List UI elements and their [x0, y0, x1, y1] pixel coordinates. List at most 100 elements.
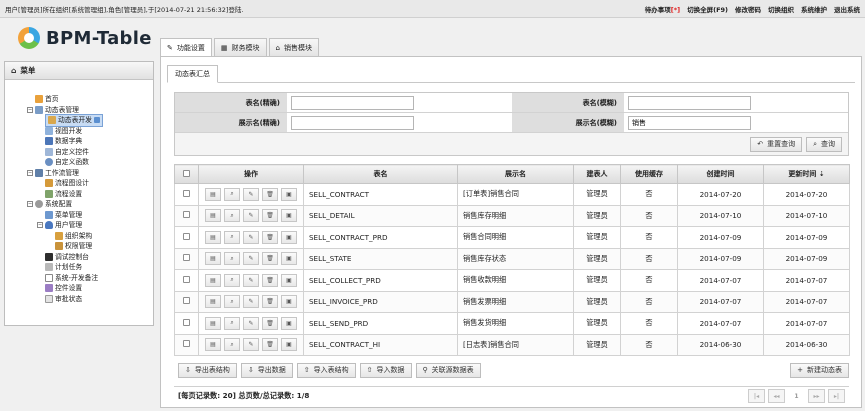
export-structure-button[interactable]: ⇩ 导出表结构	[178, 362, 237, 378]
row-checkbox[interactable]	[183, 297, 190, 305]
search-icon[interactable]: ⌕	[224, 338, 240, 352]
export-data-button[interactable]: ⇩ 导出数据	[240, 362, 293, 378]
view-icon[interactable]: ▤	[205, 338, 221, 352]
col-header-table-name[interactable]: 表名	[303, 164, 458, 184]
tab-finance[interactable]: ▦ 财务模块	[213, 38, 267, 56]
row-checkbox[interactable]	[183, 189, 190, 197]
wrench-icon[interactable]: ✎	[243, 209, 259, 223]
display-name-exact-input[interactable]	[291, 115, 414, 130]
tab-dynamic-table-summary[interactable]: 动态表汇总	[167, 65, 218, 83]
wrench-icon[interactable]: ✎	[243, 230, 259, 244]
view-icon[interactable]: ▤	[205, 273, 221, 287]
delete-icon[interactable]: 🗑	[262, 230, 278, 244]
table-row[interactable]: ▤ ⌕ ✎ 🗑 ▣ SELL_STATE 销售库存状态 管理员否 2014-07-09 2014-…	[174, 247, 850, 270]
collapse-icon[interactable]: −	[37, 222, 43, 229]
col-header-created[interactable]: 创建时间	[677, 164, 764, 184]
view-icon[interactable]: ▤	[205, 252, 221, 266]
table-row[interactable]: ▤ ⌕ ✎ 🗑 ▣ SELL_DETAIL 销售库存明细 管理员否 2014-07-10 2014…	[174, 204, 850, 227]
switch-org-link[interactable]: 切换组织	[768, 4, 794, 14]
menu-item-dev-notes[interactable]: 系统-开发备注	[27, 273, 153, 284]
collapse-icon[interactable]: −	[27, 201, 33, 208]
delete-icon[interactable]: 🗑	[262, 295, 278, 309]
wrench-icon[interactable]: ✎	[243, 187, 259, 201]
menu-item-flow-design[interactable]: 流程图设计	[27, 178, 153, 189]
wrench-icon[interactable]: ✎	[243, 273, 259, 287]
menu-item-home[interactable]: 首页	[27, 94, 153, 105]
view-icon[interactable]: ▤	[205, 187, 221, 201]
query-button[interactable]: ⌕ 查询	[806, 136, 842, 152]
first-page-icon[interactable]: |◂	[748, 389, 765, 403]
table-name-fuzzy-input[interactable]	[628, 95, 751, 110]
menu-item-menu-manage[interactable]: 菜单管理	[27, 210, 153, 221]
row-checkbox[interactable]	[183, 232, 190, 240]
last-page-icon[interactable]: ▸|	[828, 389, 845, 403]
row-checkbox[interactable]	[183, 211, 190, 219]
view-icon[interactable]: ▤	[205, 209, 221, 223]
prev-page-icon[interactable]: ◂◂	[768, 389, 785, 403]
table-row[interactable]: ▤ ⌕ ✎ 🗑 ▣ SELL_CONTRACT_HI [日志表]销售合同 管理员否 2014-0…	[174, 333, 850, 356]
menu-item-system-config[interactable]: − 系统配置	[27, 199, 153, 210]
import-structure-button[interactable]: ⇧ 导入表结构	[296, 362, 356, 378]
fullscreen-link[interactable]: 切换全屏(F9)	[687, 4, 728, 14]
lock-icon[interactable]: ▣	[281, 209, 297, 223]
menu-item-view-dev[interactable]: 视图开发	[27, 126, 153, 137]
collapse-icon[interactable]: −	[27, 169, 33, 176]
menu-item-schedule[interactable]: 计划任务	[27, 262, 153, 273]
maintenance-link[interactable]: 系统维护	[801, 4, 827, 14]
lock-icon[interactable]: ▣	[281, 338, 297, 352]
col-header-creator[interactable]: 建表人	[573, 164, 621, 184]
delete-icon[interactable]: 🗑	[262, 338, 278, 352]
lock-icon[interactable]: ▣	[281, 187, 297, 201]
view-icon[interactable]: ▤	[205, 230, 221, 244]
search-icon[interactable]: ⌕	[224, 230, 240, 244]
delete-icon[interactable]: 🗑	[262, 316, 278, 330]
table-row[interactable]: ▤ ⌕ ✎ 🗑 ▣ SELL_SEND_PRD 销售发货明细 管理员否 2014-07-07 20…	[174, 312, 850, 335]
row-checkbox[interactable]	[183, 318, 190, 326]
collapse-icon[interactable]: −	[27, 106, 33, 113]
delete-icon[interactable]: 🗑	[262, 252, 278, 266]
select-all-checkbox[interactable]	[183, 169, 190, 177]
menu-item-table-dev[interactable]: 动态表开发	[27, 114, 153, 127]
tab-sales[interactable]: ⌂ 销售模块	[268, 38, 319, 56]
import-data-button[interactable]: ⇧ 导入数据	[359, 362, 412, 378]
display-name-fuzzy-input[interactable]	[628, 115, 751, 130]
menu-item-custom-function[interactable]: 自定义函数	[27, 157, 153, 168]
lock-icon[interactable]: ▣	[281, 230, 297, 244]
col-header-display-name[interactable]: 展示名	[457, 164, 574, 184]
row-checkbox[interactable]	[183, 275, 190, 283]
menu-item-custom-control[interactable]: 自定义控件	[27, 147, 153, 158]
change-password-link[interactable]: 修改密码	[735, 4, 761, 14]
row-checkbox[interactable]	[183, 340, 190, 348]
menu-item-console[interactable]: 调试控制台	[27, 252, 153, 263]
wrench-icon[interactable]: ✎	[243, 295, 259, 309]
search-icon[interactable]: ⌕	[224, 316, 240, 330]
logout-link[interactable]: 退出系统	[834, 4, 860, 14]
table-row[interactable]: ▤ ⌕ ✎ 🗑 ▣ SELL_CONTRACT [订单表]销售合同 管理员否 2014-07-2…	[174, 183, 850, 206]
lock-icon[interactable]: ▣	[281, 316, 297, 330]
menu-item-dictionary[interactable]: 数据字典	[27, 136, 153, 147]
tab-function-settings[interactable]: ✎ 功能设置	[160, 38, 212, 56]
table-row[interactable]: ▤ ⌕ ✎ 🗑 ▣ SELL_CONTRACT_PRD 销售合同明细 管理员否 2014-07-…	[174, 226, 850, 249]
delete-icon[interactable]: 🗑	[262, 209, 278, 223]
lock-icon[interactable]: ▣	[281, 295, 297, 309]
menu-item-approval-status[interactable]: 审批状态	[27, 294, 153, 305]
table-name-exact-input[interactable]	[291, 95, 414, 110]
search-icon[interactable]: ⌕	[224, 295, 240, 309]
table-row[interactable]: ▤ ⌕ ✎ 🗑 ▣ SELL_INVOICE_PRD 销售发票明细 管理员否 2014-07-0…	[174, 290, 850, 313]
wrench-icon[interactable]: ✎	[243, 316, 259, 330]
new-table-button[interactable]: + 新建动态表	[790, 362, 849, 378]
search-icon[interactable]: ⌕	[224, 273, 240, 287]
table-row[interactable]: ▤ ⌕ ✎ 🗑 ▣ SELL_COLLECT_PRD 销售收款明细 管理员否 2014-07-0…	[174, 269, 850, 292]
search-icon[interactable]: ⌕	[224, 252, 240, 266]
menu-item-workflow[interactable]: − 工作流管理	[27, 168, 153, 179]
todo-link[interactable]: 待办事项[*]	[645, 4, 680, 14]
delete-icon[interactable]: 🗑	[262, 273, 278, 287]
search-icon[interactable]: ⌕	[224, 187, 240, 201]
view-icon[interactable]: ▤	[205, 316, 221, 330]
lock-icon[interactable]: ▣	[281, 273, 297, 287]
menu-item-flow-settings[interactable]: 流程设置	[27, 189, 153, 200]
related-source-button[interactable]: ⚲ 关联源数据表	[415, 362, 481, 378]
wrench-icon[interactable]: ✎	[243, 338, 259, 352]
delete-icon[interactable]: 🗑	[262, 187, 278, 201]
col-header-cache[interactable]: 使用缓存	[620, 164, 678, 184]
